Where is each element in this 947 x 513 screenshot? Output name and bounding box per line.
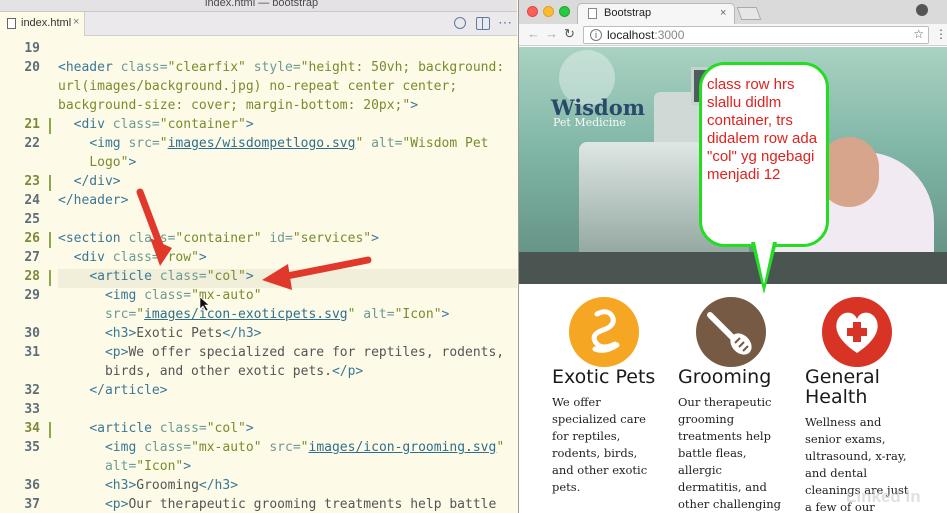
code-line[interactable]: alt="Icon"> — [58, 459, 191, 474]
line-number: 26 — [24, 231, 40, 246]
close-tab-icon[interactable]: × — [720, 7, 726, 19]
page-viewport[interactable]: Wisdom Pet Medicine class row hrs slallu… — [519, 47, 947, 513]
code-line[interactable]: url(images/background.jpg) no-repeat cen… — [58, 79, 457, 94]
editor-tab-index-html[interactable]: index.html × — [0, 12, 85, 36]
line-number: 22 — [24, 136, 40, 151]
line-number: 24 — [24, 193, 40, 208]
url-host: localhost — [607, 28, 655, 42]
linkedin-watermark: Linked in — [846, 487, 921, 506]
line-number: 34 — [24, 421, 40, 436]
code-line[interactable]: <div class="row"> — [58, 250, 207, 265]
url-port: :3000 — [654, 28, 685, 42]
bookmark-star-icon[interactable]: ☆ — [913, 27, 924, 41]
service-title: General Health — [805, 366, 880, 408]
git-modified-marker — [49, 175, 51, 191]
profile-icon[interactable] — [916, 4, 928, 16]
page-icon — [588, 8, 597, 19]
code-line[interactable]: background-size: cover; margin-bottom: 2… — [58, 98, 418, 113]
close-tab-icon[interactable]: × — [73, 16, 79, 28]
browser-tab-bootstrap[interactable]: Bootstrap × — [577, 3, 735, 24]
code-area[interactable]: 19 20 <header class="clearfix" style="heig… — [0, 38, 517, 513]
code-line[interactable]: src="images/icon-exoticpets.svg" alt="Ic… — [58, 307, 449, 322]
service-text: We offer specialized care for reptiles, … — [552, 395, 648, 494]
code-line[interactable]: Logo"> — [58, 155, 136, 170]
file-icon — [7, 18, 16, 29]
line-number: 20 — [24, 60, 40, 75]
code-line[interactable]: <p>We offer specialized care for reptile… — [58, 345, 504, 360]
line-number: 29 — [24, 288, 40, 303]
window-minimize-button[interactable] — [543, 6, 554, 17]
new-tab-button[interactable] — [736, 7, 762, 20]
forward-icon[interactable]: → — [545, 26, 558, 41]
code-line[interactable]: <img class="mx-auto" — [58, 288, 262, 303]
grooming-icon — [696, 297, 766, 367]
code-line[interactable]: <h3>Exotic Pets</h3> — [58, 326, 262, 341]
code-line[interactable]: <article class="col"> — [58, 421, 253, 436]
line-number: 37 — [24, 497, 40, 512]
code-line[interactable]: </div> — [58, 174, 121, 189]
browser-tab-title: Bootstrap — [604, 7, 652, 19]
browser-window: Bootstrap × ← → ↻ i localhost:3000 ☆ ⋮ W… — [518, 0, 947, 513]
code-line[interactable]: <section class="container" id="services"… — [58, 231, 379, 246]
split-editor-icon[interactable] — [476, 17, 490, 30]
git-modified-marker — [49, 422, 51, 438]
browser-toolbar: ← → ↻ i localhost:3000 ☆ ⋮ — [519, 24, 947, 46]
code-editor-window: index.html — bootstrap index.html × ⋯ 19… — [0, 0, 517, 513]
code-line[interactable]: <h3>Grooming</h3> — [58, 478, 238, 493]
window-maximize-button[interactable] — [559, 6, 570, 17]
git-modified-marker — [49, 270, 51, 286]
code-line[interactable]: <article class="col"> — [58, 269, 253, 284]
brush-icon — [707, 312, 752, 355]
browser-tab-strip: Bootstrap × — [519, 0, 947, 24]
line-number: 21 — [24, 117, 40, 132]
service-title: Exotic Pets — [552, 366, 656, 388]
line-number: 25 — [24, 212, 40, 227]
line-number: 27 — [24, 250, 40, 265]
annotation-callout-tail-inner — [755, 242, 773, 284]
git-modified-marker — [49, 232, 51, 248]
line-number: 23 — [24, 174, 40, 189]
more-actions-icon[interactable]: ⋯ — [498, 14, 512, 30]
line-number: 32 — [24, 383, 40, 398]
search-icon[interactable] — [454, 17, 466, 29]
line-number: 33 — [24, 402, 40, 417]
window-close-button[interactable] — [527, 6, 538, 17]
editor-tab-label: index.html — [21, 17, 72, 29]
code-line[interactable]: <img class="mx-auto" src="images/icon-gr… — [58, 440, 504, 455]
general-health-icon — [822, 297, 892, 367]
logo-tagline: Pet Medicine — [553, 116, 626, 129]
line-number: 31 — [24, 345, 40, 360]
back-icon[interactable]: ← — [527, 26, 540, 41]
line-number: 19 — [24, 41, 40, 56]
address-url[interactable]: localhost:3000 — [607, 28, 684, 42]
code-line[interactable]: birds, and other exotic pets.</p> — [58, 364, 363, 379]
editor-tab-bar: index.html × ⋯ — [0, 12, 517, 36]
snake-icon — [591, 309, 620, 353]
code-line[interactable]: <div class="container"> — [58, 117, 254, 132]
code-line[interactable]: </article> — [58, 383, 167, 398]
editor-window-title: index.html — bootstrap — [205, 0, 319, 9]
line-number: 36 — [24, 478, 40, 493]
code-line[interactable]: <header class="clearfix" style="height: … — [58, 60, 504, 75]
code-line[interactable]: <p>Our therapeutic grooming treatments h… — [58, 497, 496, 512]
service-text: Our therapeutic grooming treatments help… — [678, 395, 781, 511]
annotation-callout-text: class row hrs slallu didlm container, tr… — [707, 76, 818, 183]
line-number: 28 — [24, 269, 40, 284]
service-title: Grooming — [678, 366, 772, 388]
hero-counter — [519, 252, 947, 284]
heart-cross-icon — [836, 312, 878, 353]
code-line[interactable]: </header> — [58, 193, 128, 208]
info-icon[interactable]: i — [590, 29, 602, 41]
exotic-pets-icon — [569, 297, 639, 367]
git-modified-marker — [49, 118, 51, 134]
address-bar[interactable]: i localhost:3000 ☆ — [583, 26, 929, 44]
reload-icon[interactable]: ↻ — [564, 26, 575, 42]
code-line[interactable]: <img src="images/wisdompetlogo.svg" alt=… — [58, 136, 488, 151]
line-number: 30 — [24, 326, 40, 341]
editor-title-bar: index.html — bootstrap — [0, 0, 517, 12]
browser-menu-icon[interactable]: ⋮ — [935, 27, 947, 41]
line-number: 35 — [24, 440, 40, 455]
